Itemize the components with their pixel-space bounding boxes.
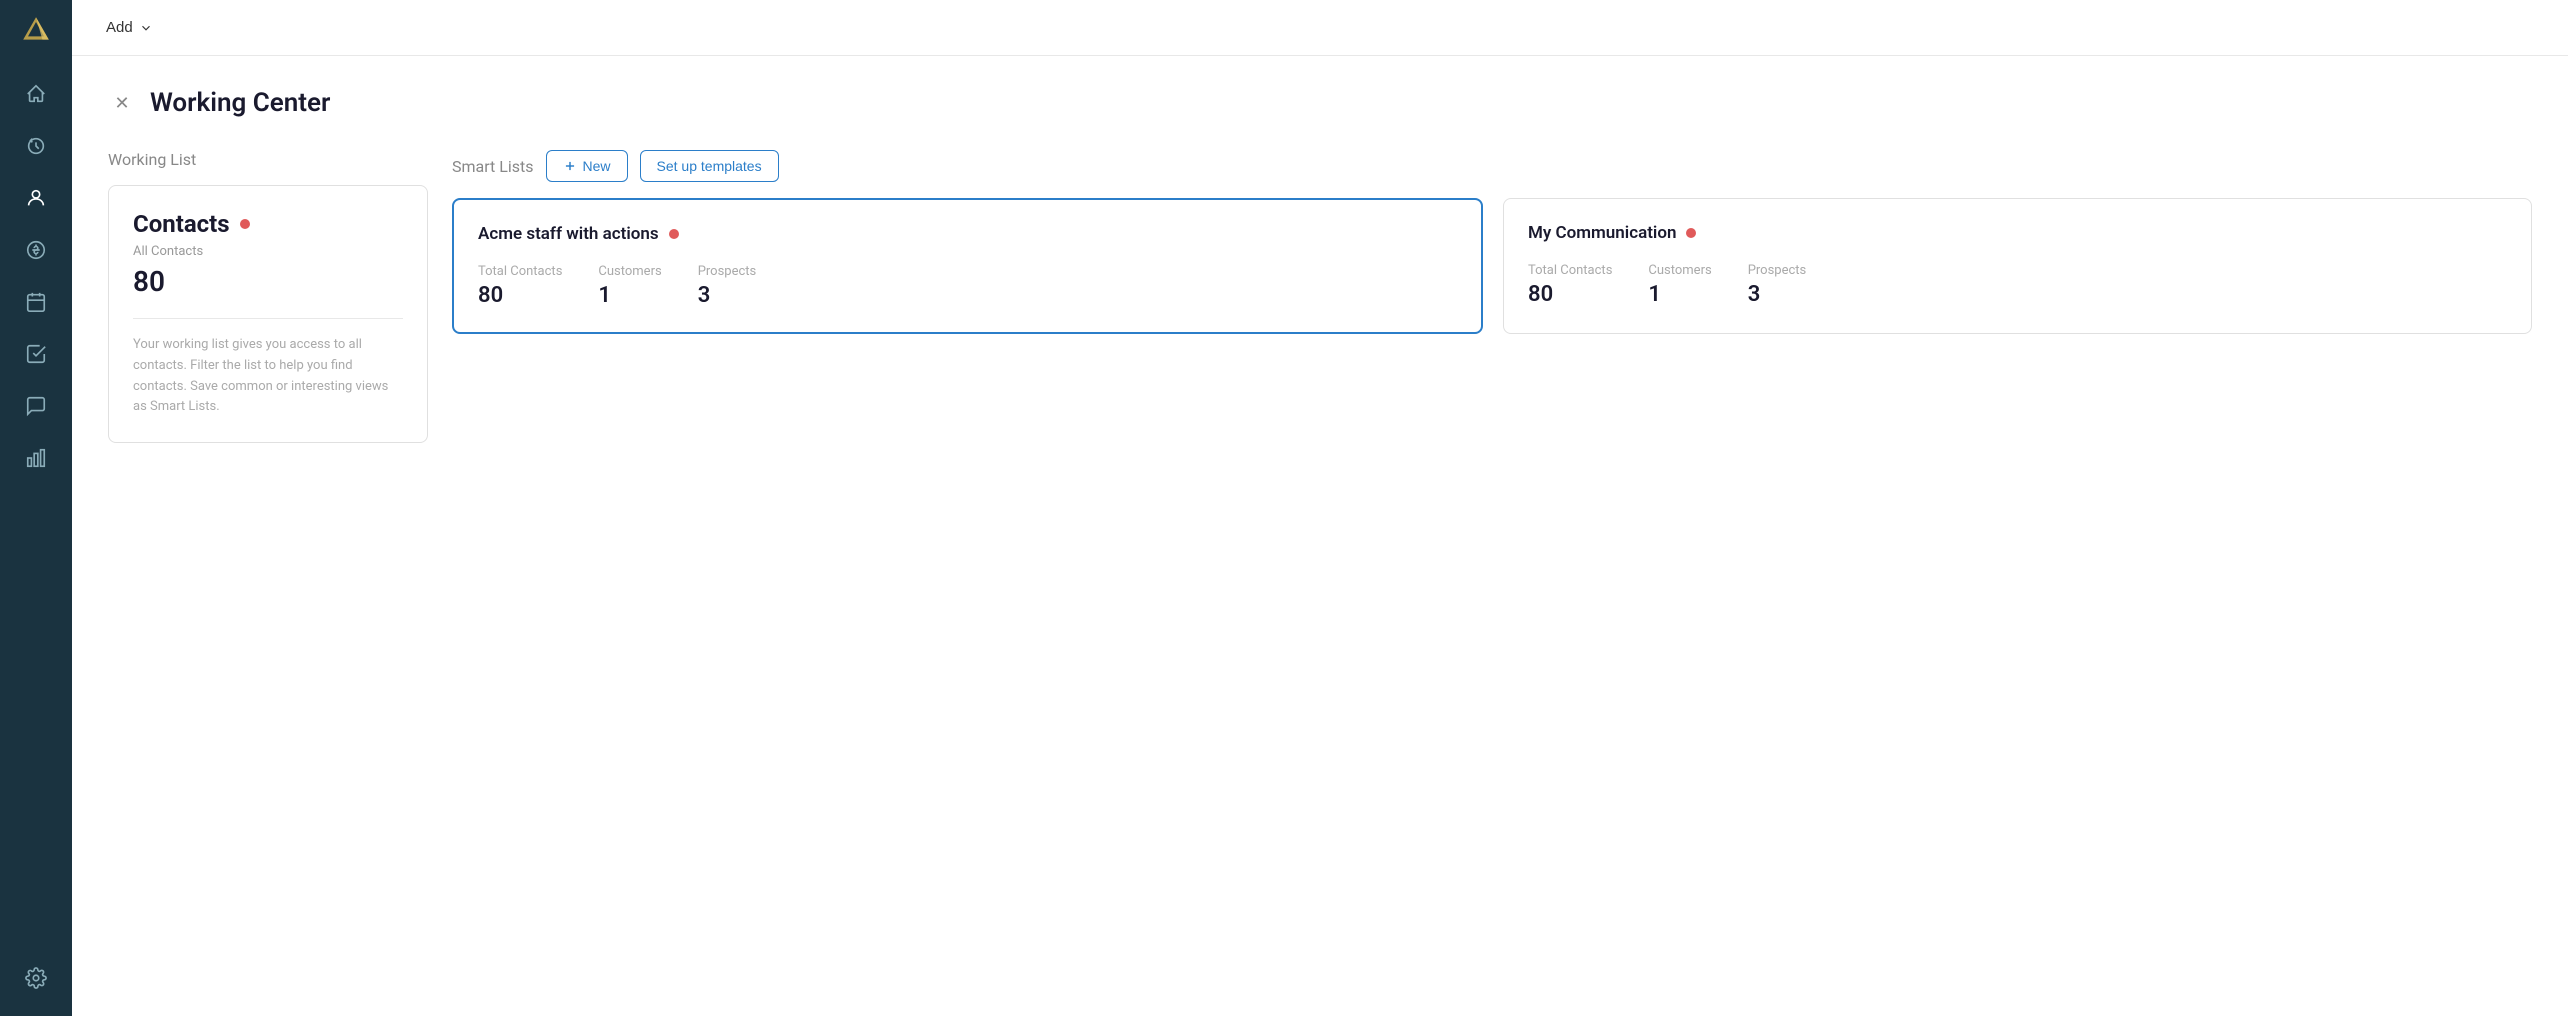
contacts-subtitle: All Contacts: [133, 244, 403, 259]
smart-lists-column: Smart Lists New Set up templates: [452, 150, 2532, 334]
stat-value-customers-1: 1: [1648, 282, 1711, 307]
stat-label-customers-0: Customers: [598, 264, 661, 279]
new-smart-list-button[interactable]: New: [546, 150, 628, 182]
sidebar: [0, 0, 72, 1016]
sidebar-item-tasks[interactable]: [0, 328, 72, 380]
smart-card-dot-0: [669, 229, 679, 239]
smart-card-title-row-0: Acme staff with actions: [478, 224, 1457, 244]
add-label: Add: [106, 19, 133, 36]
sidebar-item-reports[interactable]: [0, 432, 72, 484]
smart-card-dot-1: [1686, 228, 1696, 238]
page-title: Working Center: [150, 88, 330, 118]
sidebar-item-finance[interactable]: [0, 224, 72, 276]
templates-button-label: Set up templates: [657, 158, 762, 174]
stat-customers-1: Customers 1: [1648, 263, 1711, 307]
plus-icon: [563, 159, 577, 173]
smart-lists-header: Smart Lists New Set up templates: [452, 150, 2532, 182]
close-button[interactable]: ✕: [108, 89, 136, 117]
sidebar-item-calendar[interactable]: [0, 276, 72, 328]
working-list-header: Working List: [108, 150, 428, 169]
stat-value-prospects-1: 3: [1748, 282, 1807, 307]
stat-total-contacts-0: Total Contacts 80: [478, 264, 562, 308]
smart-card-title-1: My Communication: [1528, 223, 1676, 243]
smart-card-title-row-1: My Communication: [1528, 223, 2507, 243]
lists-row: Working List Contacts All Contacts 80 Yo…: [108, 150, 2532, 443]
app-logo[interactable]: [0, 0, 72, 60]
stat-label-total-0: Total Contacts: [478, 264, 562, 279]
chevron-down-icon: [139, 21, 153, 35]
smart-list-card-1[interactable]: My Communication Total Contacts 80 Custo…: [1503, 198, 2532, 334]
stat-total-contacts-1: Total Contacts 80: [1528, 263, 1612, 307]
set-up-templates-button[interactable]: Set up templates: [640, 150, 779, 182]
smart-card-stats-1: Total Contacts 80 Customers 1 Prospects …: [1528, 263, 2507, 307]
stat-label-total-1: Total Contacts: [1528, 263, 1612, 278]
smart-cards-row: Acme staff with actions Total Contacts 8…: [452, 198, 2532, 334]
stat-label-prospects-1: Prospects: [1748, 263, 1807, 278]
stat-prospects-1: Prospects 3: [1748, 263, 1807, 307]
topbar: Add: [72, 0, 2568, 56]
sidebar-bottom: [0, 952, 72, 1016]
sidebar-item-sync[interactable]: [0, 120, 72, 172]
stat-customers-0: Customers 1: [598, 264, 661, 308]
content-area: ✕ Working Center Working List Contacts A…: [72, 56, 2568, 1016]
contacts-title-row: Contacts: [133, 210, 403, 238]
working-list-column: Working List Contacts All Contacts 80 Yo…: [108, 150, 428, 443]
stat-value-total-1: 80: [1528, 282, 1612, 307]
add-button[interactable]: Add: [96, 13, 163, 42]
sidebar-item-settings[interactable]: [0, 952, 72, 1004]
page-header: ✕ Working Center: [108, 88, 2532, 118]
contacts-card[interactable]: Contacts All Contacts 80 Your working li…: [108, 185, 428, 443]
stat-value-prospects-0: 3: [698, 283, 757, 308]
new-button-label: New: [583, 158, 611, 174]
sidebar-item-contacts[interactable]: [0, 172, 72, 224]
smart-card-title-0: Acme staff with actions: [478, 224, 659, 244]
stat-prospects-0: Prospects 3: [698, 264, 757, 308]
sidebar-item-messages[interactable]: [0, 380, 72, 432]
stat-label-prospects-0: Prospects: [698, 264, 757, 279]
sidebar-nav: [0, 60, 72, 952]
stat-label-customers-1: Customers: [1648, 263, 1711, 278]
working-list-label: Working List: [108, 150, 196, 169]
smart-lists-label: Smart Lists: [452, 157, 534, 176]
sidebar-item-home[interactable]: [0, 68, 72, 120]
main-area: Add ✕ Working Center Working List Contac…: [72, 0, 2568, 1016]
contacts-status-dot: [240, 219, 250, 229]
contacts-title: Contacts: [133, 210, 230, 238]
smart-list-card-0[interactable]: Acme staff with actions Total Contacts 8…: [452, 198, 1483, 334]
contacts-description: Your working list gives you access to al…: [133, 335, 403, 418]
stat-value-customers-0: 1: [598, 283, 661, 308]
smart-card-stats-0: Total Contacts 80 Customers 1 Prospects …: [478, 264, 1457, 308]
stat-value-total-0: 80: [478, 283, 562, 308]
card-divider: [133, 318, 403, 319]
contacts-count: 80: [133, 265, 403, 298]
